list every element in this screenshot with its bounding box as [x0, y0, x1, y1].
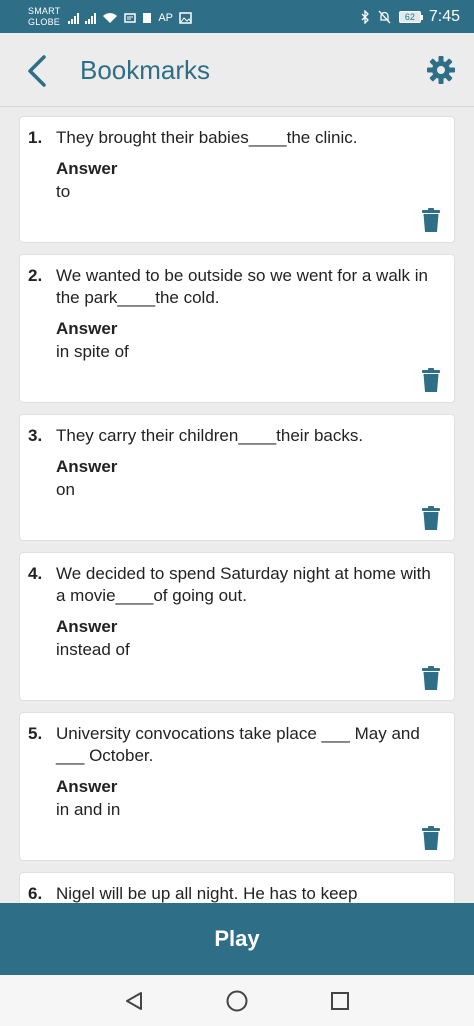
play-button[interactable]: Play — [0, 903, 474, 975]
answer-value: on — [56, 480, 75, 499]
question-row: 6. Nigel will be up all night. He has to… — [28, 883, 442, 905]
question-row: 4. We decided to spend Saturday night at… — [28, 563, 442, 607]
question-number: 3. — [28, 426, 43, 445]
ap-label: AP — [158, 11, 174, 24]
trash-icon[interactable] — [422, 506, 440, 530]
trash-icon[interactable] — [422, 826, 440, 850]
trash-icon[interactable] — [422, 368, 440, 392]
question-text: Nigel will be up all night. He has to ke… — [56, 884, 358, 903]
question-text: They brought their babies____the clinic. — [56, 128, 358, 147]
bookmark-card[interactable]: 1. They brought their babies____the clin… — [19, 116, 455, 243]
question-number: 2. — [28, 266, 43, 285]
question-text: University convocations take place ___ M… — [56, 724, 420, 765]
question-row: 5. University convocations take place __… — [28, 723, 442, 767]
question-row: 1. They brought their babies____the clin… — [28, 127, 442, 149]
hotspot-icon — [124, 12, 137, 23]
answer-label: Answer — [56, 777, 118, 796]
question-number: 6. — [28, 884, 43, 903]
gear-icon[interactable] — [426, 55, 456, 85]
signal-icons: AP — [68, 10, 192, 24]
question-number: 5. — [28, 724, 43, 743]
battery-icon: 62 — [398, 10, 423, 23]
question-text: We decided to spend Saturday night at ho… — [56, 564, 431, 605]
page-title: Bookmarks — [80, 55, 211, 85]
bluetooth-icon — [361, 9, 369, 24]
bookmark-card[interactable]: 5. University convocations take place __… — [19, 712, 455, 861]
trash-icon[interactable] — [422, 666, 440, 690]
bookmark-card[interactable]: 4. We decided to spend Saturday night at… — [19, 552, 455, 701]
trash-icon[interactable] — [422, 208, 440, 232]
answer-label: Answer — [56, 319, 118, 338]
signal-icon-2 — [85, 12, 97, 24]
carrier-line-2: GLOBE — [28, 16, 61, 27]
image-icon — [179, 11, 192, 24]
carrier-name: SMART GLOBE — [28, 6, 60, 28]
nav-recents-icon[interactable] — [329, 990, 351, 1012]
answer-value: to — [56, 182, 71, 201]
carrier-line-1: SMART — [28, 5, 61, 16]
status-right: 62 7:45 — [360, 8, 460, 26]
answer-value: in and in — [56, 800, 121, 819]
app-bar: Bookmarks — [0, 33, 474, 107]
bookmark-card[interactable]: 3. They carry their children____their ba… — [19, 414, 455, 541]
answer-label: Answer — [56, 457, 118, 476]
answer-label: Answer — [56, 159, 118, 178]
bookmark-list: 1. They brought their babies____the clin… — [19, 116, 455, 1003]
wifi-icon — [103, 12, 118, 23]
question-number: 1. — [28, 128, 43, 147]
question-row: 2. We wanted to be outside so we went fo… — [28, 265, 442, 309]
answer-value: in spite of — [56, 342, 129, 361]
nav-home-icon[interactable] — [225, 989, 249, 1013]
nav-back-icon[interactable] — [123, 990, 145, 1012]
question-row: 3. They carry their children____their ba… — [28, 425, 442, 447]
mute-icon — [378, 10, 391, 23]
clock: 7:45 — [428, 7, 460, 25]
play-label: Play — [214, 926, 260, 951]
question-text: They carry their children____their backs… — [56, 426, 364, 445]
answer-label: Answer — [56, 617, 118, 636]
back-arrow-icon[interactable] — [22, 53, 52, 89]
status-bar: SMART GLOBE AP 62 7:45 — [0, 0, 474, 33]
system-nav-bar — [0, 975, 474, 1026]
answer-value: instead of — [56, 640, 130, 659]
bookmark-card[interactable]: 2. We wanted to be outside so we went fo… — [19, 254, 455, 403]
sim-icon — [143, 12, 152, 23]
question-text: We wanted to be outside so we went for a… — [56, 266, 428, 307]
question-number: 4. — [28, 564, 43, 583]
signal-icon — [68, 12, 80, 24]
status-left: SMART GLOBE AP — [28, 6, 192, 28]
